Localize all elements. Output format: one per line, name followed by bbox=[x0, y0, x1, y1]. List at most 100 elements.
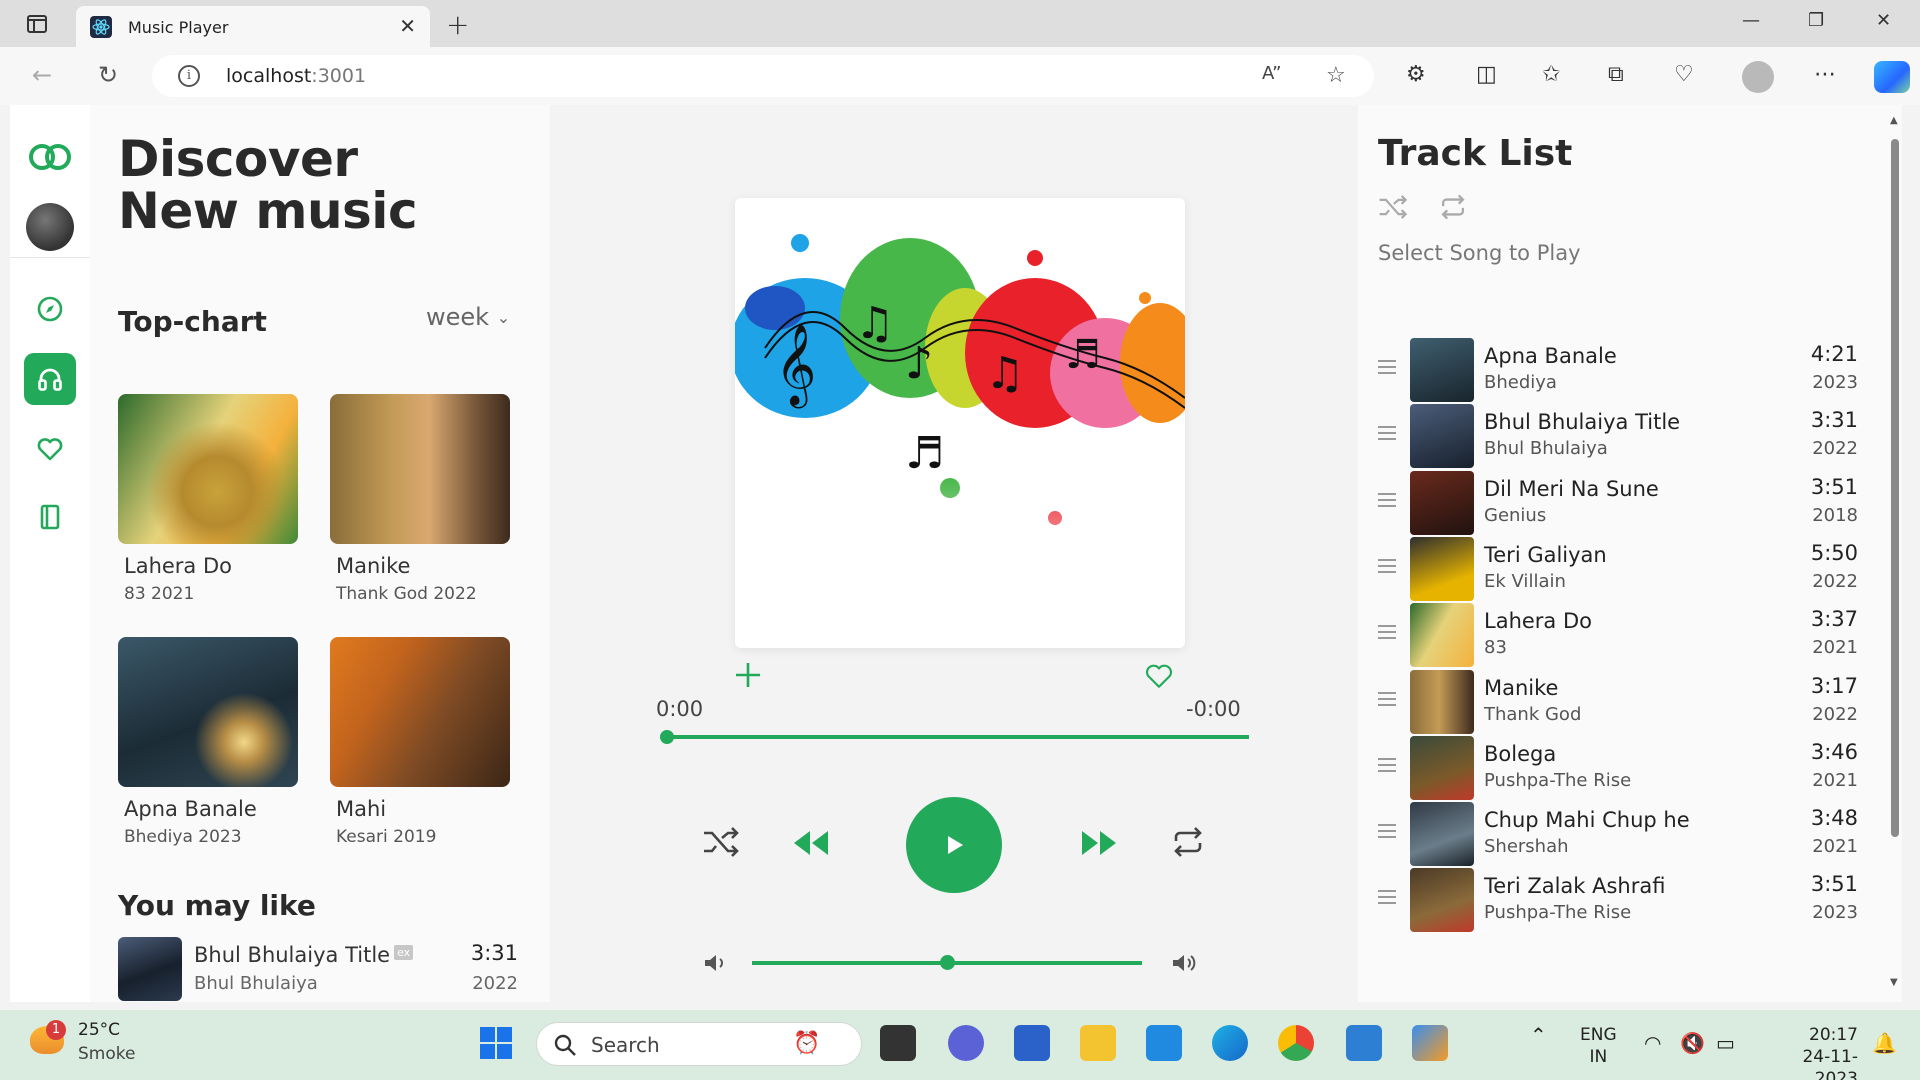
weather-desc: Smoke bbox=[78, 1044, 136, 1064]
seek-handle[interactable] bbox=[660, 730, 674, 744]
play-button[interactable] bbox=[906, 797, 1002, 893]
scrollbar-thumb[interactable] bbox=[1891, 139, 1899, 837]
volume-handle[interactable] bbox=[940, 955, 955, 970]
drag-handle-icon[interactable] bbox=[1378, 824, 1396, 842]
task-view-icon[interactable] bbox=[880, 1025, 916, 1061]
track-title: Apna Banale bbox=[1484, 344, 1617, 368]
language-indicator[interactable]: ENG IN bbox=[1580, 1024, 1617, 1068]
favorite-star-icon[interactable]: ☆ bbox=[1326, 63, 1346, 88]
track-row[interactable]: Bhul Bhulaiya Title Bhul Bhulaiya 3:31 2022 bbox=[1378, 404, 1858, 469]
add-to-playlist-icon[interactable] bbox=[733, 660, 763, 694]
scrollbar[interactable]: ▲ ▼ bbox=[1888, 105, 1902, 1002]
drag-handle-icon[interactable] bbox=[1378, 757, 1396, 776]
next-button[interactable] bbox=[1080, 829, 1118, 857]
select-song-hint: Select Song to Play bbox=[1378, 241, 1581, 265]
new-tab-icon[interactable]: + bbox=[446, 8, 469, 41]
teams-icon[interactable] bbox=[948, 1025, 984, 1061]
user-avatar[interactable] bbox=[26, 203, 74, 251]
wifi-icon[interactable]: ◠ bbox=[1644, 1032, 1661, 1054]
restore-icon[interactable]: ❐ bbox=[1808, 10, 1824, 31]
close-window-icon[interactable]: ✕ bbox=[1876, 10, 1891, 31]
volume-slider[interactable] bbox=[752, 955, 1142, 970]
start-icon[interactable] bbox=[478, 1025, 514, 1061]
profile-avatar[interactable] bbox=[1742, 61, 1774, 93]
sidebar bbox=[10, 105, 90, 1002]
chart-card[interactable]: Apna Banale Bhediya 2023 bbox=[118, 637, 298, 847]
favorites-icon[interactable]: ✩ bbox=[1542, 62, 1560, 87]
collections-icon[interactable]: ⧉ bbox=[1608, 62, 1624, 87]
sidebar-item-favorites[interactable] bbox=[24, 423, 76, 475]
tab-actions-icon[interactable] bbox=[22, 10, 52, 38]
track-duration: 3:37 bbox=[1810, 607, 1858, 632]
chart-card[interactable]: Manike Thank God 2022 bbox=[330, 394, 510, 604]
sidebar-item-explore[interactable] bbox=[24, 283, 76, 335]
more-options-icon[interactable]: ⋯ bbox=[1814, 62, 1836, 87]
track-row[interactable]: Lahera Do 83 3:37 2021 bbox=[1378, 603, 1858, 668]
sidebar-item-player[interactable] bbox=[24, 353, 76, 405]
track-row[interactable]: Teri Zalak Ashrafi Pushpa-The Rise 3:51 202… bbox=[1378, 868, 1858, 933]
like-heart-icon[interactable] bbox=[1143, 662, 1175, 694]
shuffle-button[interactable] bbox=[702, 825, 740, 859]
chart-card[interactable]: Mahi Kesari 2019 bbox=[330, 637, 510, 847]
store-icon[interactable] bbox=[1014, 1025, 1050, 1061]
paint-icon[interactable] bbox=[1412, 1025, 1448, 1061]
track-album: Bhul Bhulaiya bbox=[1484, 438, 1608, 460]
chevron-down-icon: ⌄ bbox=[496, 308, 511, 327]
elapsed-time: 0:00 bbox=[656, 697, 704, 721]
sidebar-item-library[interactable] bbox=[24, 491, 76, 543]
split-screen-icon[interactable]: ◫ bbox=[1476, 62, 1497, 87]
previous-button[interactable] bbox=[792, 829, 830, 857]
site-info-icon[interactable]: i bbox=[178, 65, 200, 87]
tracklist-repeat-icon[interactable] bbox=[1438, 193, 1468, 225]
edge-icon[interactable] bbox=[1212, 1025, 1248, 1061]
copilot-icon[interactable] bbox=[1874, 61, 1910, 93]
tab-music-player[interactable]: Music Player ✕ bbox=[76, 6, 430, 47]
recommended-track[interactable]: Bhul Bhulaiya Title ex Bhul Bhulaiya 3:31… bbox=[118, 937, 518, 1001]
fast-forward-icon bbox=[1082, 831, 1116, 855]
drag-handle-icon[interactable] bbox=[1378, 625, 1396, 643]
app-logo-icon[interactable] bbox=[28, 143, 72, 175]
notification-bell-icon[interactable]: 🔔 bbox=[1872, 1032, 1897, 1054]
track-row[interactable]: Manike Thank God 3:17 2022 bbox=[1378, 669, 1858, 734]
url-field[interactable]: i localhost:3001 A” ☆ bbox=[152, 55, 1374, 97]
play-icon bbox=[948, 836, 963, 854]
drag-handle-icon[interactable] bbox=[1378, 558, 1396, 577]
reload-icon[interactable]: ↻ bbox=[98, 61, 118, 89]
speaker-muted-icon[interactable]: 🔇 bbox=[1680, 1032, 1705, 1054]
browser-essentials-icon[interactable]: ♡ bbox=[1674, 62, 1694, 87]
read-aloud-icon[interactable]: A” bbox=[1262, 63, 1281, 84]
extensions-icon[interactable]: ⚙ bbox=[1406, 62, 1426, 87]
file-explorer-icon[interactable] bbox=[1080, 1025, 1116, 1061]
scroll-up-icon[interactable]: ▲ bbox=[1890, 115, 1898, 126]
chrome-icon[interactable] bbox=[1278, 1025, 1314, 1061]
track-row[interactable]: Teri Galiyan Ek Villain 5:50 2022 bbox=[1378, 536, 1858, 601]
track-row[interactable]: Chup Mahi Chup he Shershah 3:48 2021 bbox=[1378, 802, 1858, 867]
tracklist-shuffle-icon[interactable] bbox=[1378, 193, 1408, 225]
vscode-icon[interactable] bbox=[1146, 1025, 1182, 1061]
minimize-icon[interactable]: — bbox=[1742, 10, 1760, 31]
taskbar-search[interactable]: Search ⏰ bbox=[536, 1022, 862, 1066]
drag-handle-icon[interactable] bbox=[1378, 691, 1396, 710]
show-hidden-icons-icon[interactable]: ⌃ bbox=[1530, 1024, 1547, 1046]
clock[interactable]: 20:17 24-11-2023 bbox=[1762, 1024, 1858, 1080]
drag-handle-icon[interactable] bbox=[1378, 360, 1396, 378]
card-subtitle: Kesari 2019 bbox=[336, 827, 437, 847]
drag-handle-icon[interactable] bbox=[1378, 492, 1396, 511]
drag-handle-icon[interactable] bbox=[1378, 426, 1396, 444]
repeat-button[interactable] bbox=[1170, 825, 1206, 859]
card-title: Manike bbox=[336, 554, 411, 578]
album-cover bbox=[118, 637, 298, 787]
chart-card[interactable]: Lahera Do 83 2021 bbox=[118, 394, 298, 604]
period-dropdown[interactable]: week ⌄ bbox=[426, 303, 510, 331]
back-icon[interactable]: ← bbox=[32, 61, 52, 89]
track-row[interactable]: Bolega Pushpa-The Rise 3:46 2021 bbox=[1378, 735, 1858, 800]
notepad-icon[interactable] bbox=[1346, 1025, 1382, 1061]
close-tab-icon[interactable]: ✕ bbox=[399, 14, 416, 38]
scroll-down-icon[interactable]: ▼ bbox=[1890, 977, 1898, 988]
track-row[interactable]: Apna Banale Bhediya 4:21 2023 bbox=[1378, 338, 1858, 402]
seek-bar[interactable] bbox=[660, 730, 1249, 744]
battery-icon[interactable]: ▭ bbox=[1716, 1032, 1735, 1054]
track-row[interactable]: Dil Meri Na Sune Genius 3:51 2018 bbox=[1378, 470, 1858, 535]
drag-handle-icon[interactable] bbox=[1378, 890, 1396, 908]
now-playing-artwork: 𝄞 ♫ ♪ ♫ ♬ ♬ bbox=[735, 198, 1185, 648]
